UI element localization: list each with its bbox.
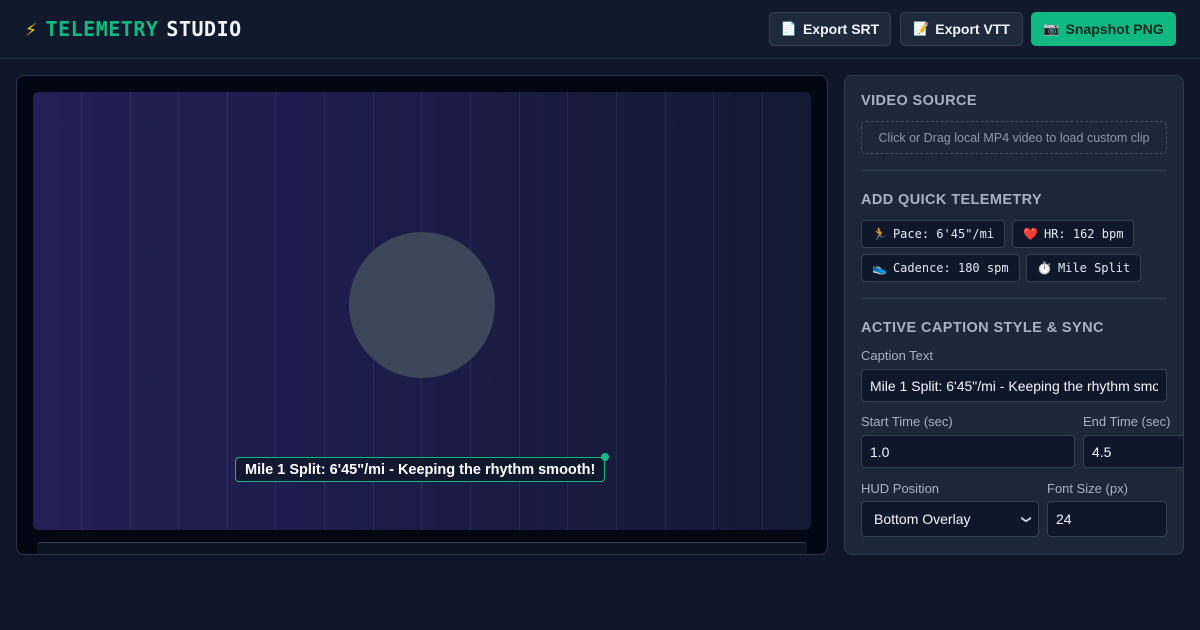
snapshot-png-label: Snapshot PNG <box>1065 21 1164 37</box>
app-header: ⚡ TELEMETRY STUDIO 📄 Export SRT 📝 Export… <box>0 0 1200 59</box>
brand-title-part1: TELEMETRY <box>45 17 159 41</box>
font-size-label: Font Size (px) <box>1047 481 1128 496</box>
video-placeholder-disc <box>349 232 495 378</box>
export-srt-button[interactable]: 📄 Export SRT <box>769 12 891 46</box>
video-source-title: VIDEO SOURCE <box>861 93 977 109</box>
video-panel: Mile 1 Split: 6'45"/mi - Keeping the rhy… <box>16 75 828 555</box>
caption-text-label: Caption Text <box>861 348 934 363</box>
grid-stripe <box>616 92 617 530</box>
caption-style-title: ACTIVE CAPTION STYLE & SYNC <box>861 320 1104 336</box>
chip-heart-rate[interactable]: ❤️ HR: 162 bpm <box>1012 220 1135 248</box>
chip-cadence[interactable]: 👟 Cadence: 180 spm <box>861 254 1020 282</box>
grid-stripe <box>81 92 82 530</box>
export-srt-label: Export SRT <box>802 21 880 37</box>
hud-position-label: HUD Position <box>861 481 940 496</box>
font-size-input[interactable] <box>1047 501 1167 537</box>
chevron-down-icon: ❯ <box>1020 514 1032 524</box>
shoe-icon: 👟 <box>872 261 887 275</box>
camera-icon: 📷 <box>1043 21 1060 36</box>
section-divider <box>861 170 1167 171</box>
chip-mile-split-label: Mile Split <box>1057 261 1131 275</box>
caption-resize-handle[interactable] <box>601 453 610 461</box>
grid-stripe <box>130 92 131 530</box>
section-divider <box>861 298 1167 299</box>
grid-stripe <box>762 92 763 530</box>
hud-position-value: Bottom Overlay <box>874 511 971 527</box>
chip-heart-rate-label: HR: 162 bpm <box>1043 227 1124 241</box>
grid-stripe <box>178 92 179 530</box>
settings-sidebar: VIDEO SOURCE Click or Drag local MP4 vid… <box>844 75 1184 555</box>
caption-overlay[interactable]: Mile 1 Split: 6'45"/mi - Keeping the rhy… <box>235 453 610 482</box>
lightning-bolt-icon: ⚡ <box>25 17 38 41</box>
caption-overlay-text: Mile 1 Split: 6'45"/mi - Keeping the rhy… <box>245 461 596 478</box>
export-vtt-label: Export VTT <box>935 21 1010 37</box>
start-time-input[interactable] <box>861 435 1075 468</box>
quick-telemetry-title: ADD QUICK TELEMETRY <box>861 192 1043 208</box>
memo-icon: 📝 <box>913 21 930 36</box>
chip-pace[interactable]: 🏃 Pace: 6'45"/mi <box>861 220 1006 248</box>
stopwatch-icon: ⏱️ <box>1037 261 1052 275</box>
chip-cadence-label: Cadence: 180 spm <box>892 261 1009 275</box>
grid-stripe <box>227 92 228 530</box>
timeline-track[interactable] <box>37 542 807 554</box>
app-brand: ⚡ TELEMETRY STUDIO <box>25 17 242 41</box>
heart-icon: ❤️ <box>1023 227 1038 241</box>
brand-title-part2: STUDIO <box>166 17 242 41</box>
runner-icon: 🏃 <box>872 227 887 241</box>
end-time-input[interactable] <box>1083 435 1183 468</box>
document-icon: 📄 <box>780 21 797 36</box>
start-time-label: Start Time (sec) <box>861 414 953 429</box>
grid-stripe <box>713 92 714 530</box>
chip-pace-label: Pace: 6'45"/mi <box>892 227 995 241</box>
video-stage[interactable]: Mile 1 Split: 6'45"/mi - Keeping the rhy… <box>33 92 811 530</box>
end-time-label: End Time (sec) <box>1083 414 1171 429</box>
export-vtt-button[interactable]: 📝 Export VTT <box>900 12 1023 46</box>
snapshot-png-button[interactable]: 📷 Snapshot PNG <box>1031 12 1176 46</box>
caption-text-input[interactable] <box>861 369 1167 402</box>
grid-stripe <box>665 92 666 530</box>
chip-mile-split[interactable]: ⏱️ Mile Split <box>1026 254 1142 282</box>
video-dropzone[interactable]: Click or Drag local MP4 video to load cu… <box>861 121 1167 154</box>
hud-position-select[interactable]: Bottom Overlay ❯ <box>861 501 1039 537</box>
